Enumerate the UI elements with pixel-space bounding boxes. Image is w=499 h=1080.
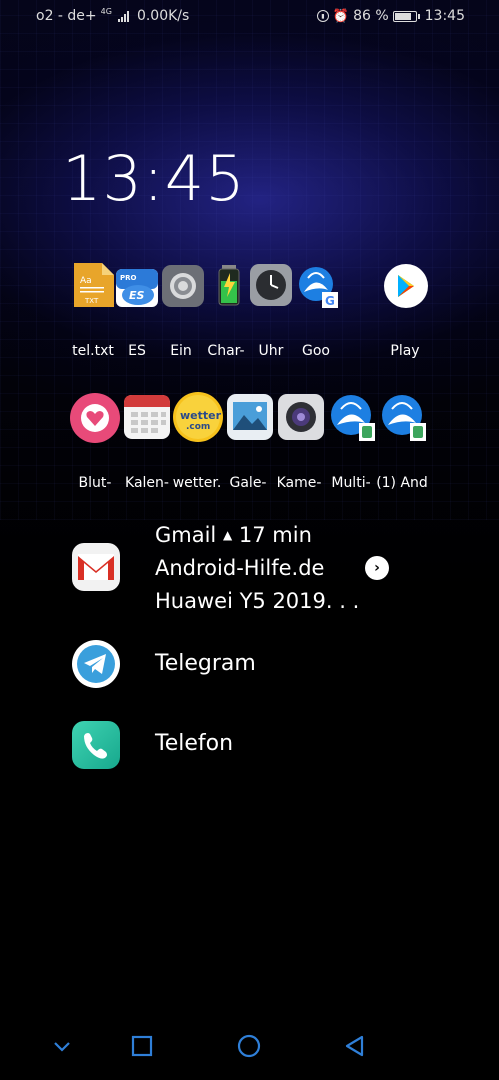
- nav-back-button[interactable]: [335, 1026, 375, 1066]
- app-label-multi[interactable]: Multi-: [324, 475, 378, 491]
- heart-icon[interactable]: [70, 393, 120, 443]
- google-browser-icon[interactable]: G: [298, 264, 342, 308]
- status-bar: o2 - de+ 4G 0.00K/s ▮ ⏰ 86 % 13:45: [0, 6, 499, 28]
- gmail-header[interactable]: Gmail ▲ 17 min: [155, 523, 312, 547]
- gallery-icon[interactable]: [226, 393, 274, 441]
- gmail-sender[interactable]: Android-Hilfe.de: [155, 556, 324, 580]
- app-label-android[interactable]: (1) And: [375, 475, 429, 491]
- navigation-bar: [0, 1026, 499, 1066]
- svg-text:TXT: TXT: [84, 297, 99, 305]
- nav-home-button[interactable]: [229, 1026, 269, 1066]
- app-label-kamera[interactable]: Kame-: [272, 475, 326, 491]
- wetter-icon[interactable]: wetter .com: [172, 391, 224, 443]
- phone-icon[interactable]: [72, 721, 120, 769]
- clock-icon[interactable]: [250, 264, 294, 308]
- android-browser-icon[interactable]: [380, 393, 430, 443]
- gmail-icon[interactable]: [72, 543, 120, 591]
- status-time: 13:45: [424, 8, 465, 24]
- triangle-up-icon: ▲: [222, 528, 233, 542]
- camera-icon[interactable]: [277, 393, 325, 441]
- app-label-blut[interactable]: Blut-: [68, 475, 122, 491]
- circle-icon: [237, 1034, 261, 1058]
- vibrate-icon: ▮: [316, 10, 329, 22]
- app-label-kalender[interactable]: Kalen-: [120, 475, 174, 491]
- svg-text:.com: .com: [186, 422, 210, 432]
- alarm-icon: ⏰: [332, 8, 350, 24]
- clock-widget[interactable]: 13:45: [62, 142, 246, 215]
- app-label-wetter[interactable]: wetter.: [170, 475, 224, 491]
- battery-percent: 86 %: [353, 8, 389, 24]
- telegram-label[interactable]: Telegram: [155, 651, 256, 676]
- play-store-icon[interactable]: [383, 263, 428, 308]
- back-triangle-icon: [345, 1035, 364, 1057]
- telefon-label[interactable]: Telefon: [155, 731, 233, 756]
- app-label-play[interactable]: Play: [378, 343, 432, 359]
- app-label-galerie[interactable]: Gale-: [221, 475, 275, 491]
- svg-text:PRO: PRO: [120, 274, 137, 282]
- svg-text:ES: ES: [129, 289, 145, 302]
- gmail-app-name: Gmail: [155, 523, 217, 547]
- nav-hide-button[interactable]: [42, 1026, 82, 1066]
- signal-icon: [117, 10, 129, 22]
- nav-recents-button[interactable]: [122, 1026, 162, 1066]
- gmail-time: 17 min: [238, 523, 312, 547]
- battery-icon: [392, 10, 420, 22]
- expand-button[interactable]: ›: [365, 556, 389, 580]
- network-speed: 0.00K/s: [136, 8, 190, 24]
- carrier-name: o2 - de+: [36, 8, 97, 24]
- network-type: 4G: [100, 6, 112, 16]
- calendar-icon[interactable]: [123, 393, 171, 441]
- es-file-explorer-icon[interactable]: PRO ES: [116, 265, 160, 309]
- svg-text:G: G: [325, 294, 335, 308]
- svg-text:Aa: Aa: [80, 276, 92, 286]
- telegram-icon[interactable]: [72, 640, 120, 688]
- multi-browser-icon[interactable]: [329, 393, 379, 443]
- app-label-google[interactable]: Goo: [289, 343, 343, 359]
- chevron-down-icon: [54, 1042, 70, 1052]
- svg-text:wetter: wetter: [180, 409, 222, 422]
- battery-charge-icon[interactable]: [210, 263, 254, 307]
- chevron-right-icon: ›: [374, 560, 380, 576]
- gmail-subject[interactable]: Huawei Y5 2019. . .: [155, 589, 359, 613]
- settings-icon[interactable]: [162, 265, 206, 309]
- txt-file-icon[interactable]: Aa TXT: [72, 263, 116, 307]
- square-icon: [131, 1035, 153, 1057]
